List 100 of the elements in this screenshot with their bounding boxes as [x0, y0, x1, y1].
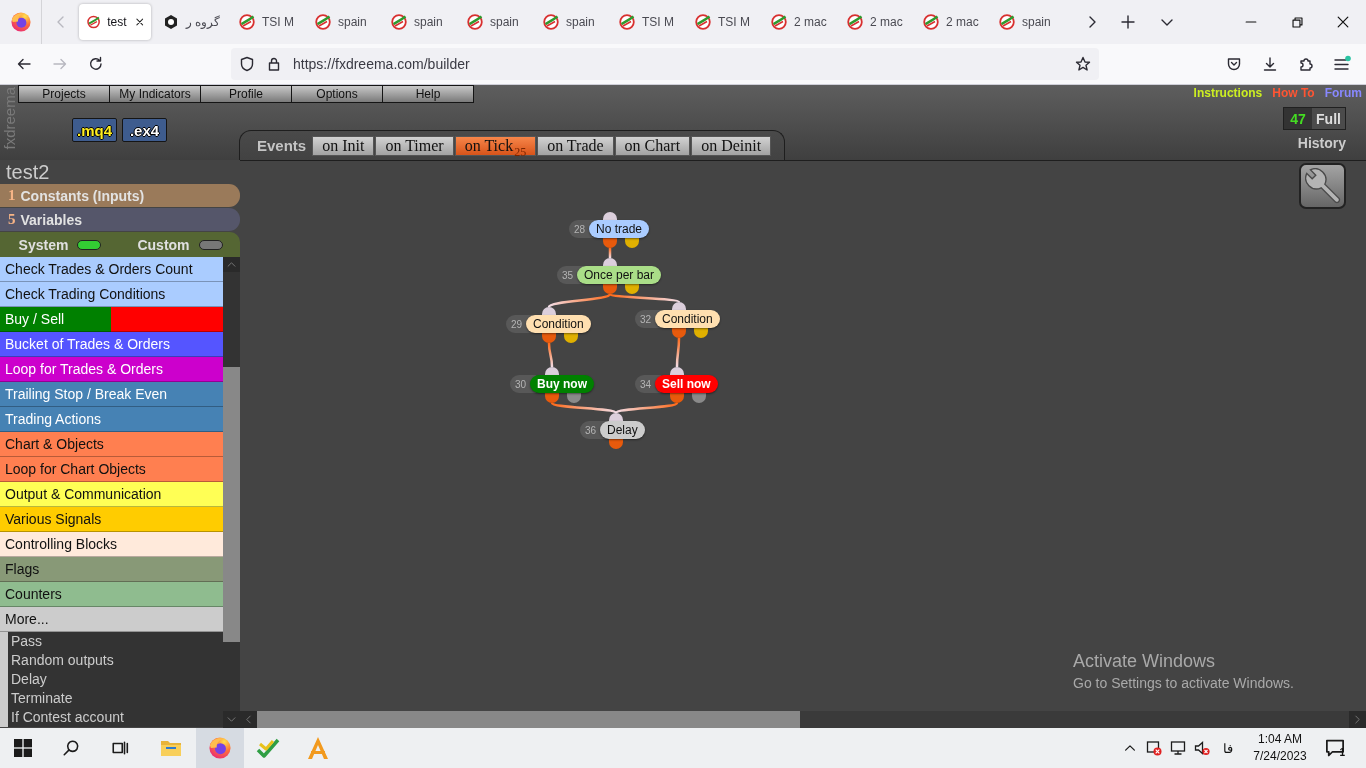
scrollbar-thumb[interactable]	[257, 711, 800, 728]
output-port-icon[interactable]	[542, 333, 556, 343]
menu-button[interactable]: Help	[382, 85, 474, 103]
event-tab[interactable]: on Chart	[614, 135, 691, 156]
block-item[interactable]: If Contest account	[8, 708, 223, 727]
taskbar-app-button[interactable]	[196, 728, 244, 768]
input-port-icon[interactable]	[542, 307, 556, 315]
restore-icon[interactable]	[1290, 15, 1304, 29]
browser-tab[interactable]: spain	[307, 4, 379, 40]
block-item[interactable]: Terminate	[8, 689, 223, 708]
history-link[interactable]: History	[1297, 135, 1346, 151]
browser-tab[interactable]: spain	[535, 4, 607, 40]
browser-tab[interactable]: TSI M	[231, 4, 303, 40]
block-item[interactable]: Pass	[8, 632, 223, 651]
category-item[interactable]: Loop for Trades & Orders	[0, 357, 223, 382]
input-port-icon[interactable]	[545, 367, 559, 375]
browser-tab[interactable]: TSI M	[687, 4, 759, 40]
section-bar[interactable]: 5 Variables	[0, 208, 240, 231]
tools-button[interactable]	[1299, 163, 1346, 209]
output-port-icon[interactable]	[564, 333, 578, 343]
category-item[interactable]: Bucket of Trades & Orders	[0, 332, 223, 357]
browser-tab[interactable]: 2 mac	[915, 4, 987, 40]
network-icon[interactable]	[1170, 740, 1186, 756]
browser-tab[interactable]: test	[79, 4, 151, 40]
block-node[interactable]: Sell now	[655, 375, 718, 393]
browser-tab[interactable]: spain	[383, 4, 455, 40]
browser-logo-icon[interactable]	[209, 737, 231, 759]
output-port-icon[interactable]	[625, 238, 639, 248]
menu-icon[interactable]	[1333, 55, 1351, 73]
event-tab[interactable]: on Trade	[537, 135, 614, 156]
export-button[interactable]: .mq4	[72, 118, 117, 142]
category-item[interactable]: Loop for Chart Objects	[0, 457, 223, 482]
app-logo-icon[interactable]	[256, 737, 280, 759]
block-node[interactable]: Buy now	[530, 375, 594, 393]
download-icon[interactable]	[1262, 56, 1278, 72]
task-view-icon[interactable]	[111, 739, 129, 757]
category-item[interactable]: Trading Actions	[0, 407, 223, 432]
browser-tab[interactable]: 2 mac	[839, 4, 911, 40]
search-icon[interactable]	[62, 739, 80, 757]
category-item[interactable]: Check Trades & Orders Count	[0, 257, 223, 282]
back-arrow-icon[interactable]	[16, 56, 32, 72]
block-node[interactable]: Delay	[600, 421, 645, 439]
category-item[interactable]: Trailing Stop / Break Even	[0, 382, 223, 407]
output-port-icon[interactable]	[694, 328, 708, 338]
output-port-icon[interactable]	[603, 238, 617, 248]
windows-logo-icon[interactable]	[14, 739, 32, 757]
toggle-switch[interactable]	[198, 239, 223, 250]
language-indicator[interactable]: فا	[1214, 740, 1242, 756]
menu-button[interactable]: Profile	[200, 85, 292, 103]
category-item[interactable]: Various Signals	[0, 507, 223, 532]
export-button[interactable]: .ex4	[122, 118, 167, 142]
category-item[interactable]: Controlling Blocks	[0, 532, 223, 557]
menu-button[interactable]: My Indicators	[109, 85, 201, 103]
input-port-icon[interactable]	[603, 258, 617, 266]
reload-icon[interactable]	[88, 56, 104, 72]
folder-icon[interactable]	[160, 738, 182, 758]
notification-icon[interactable]	[1325, 738, 1345, 758]
address-field[interactable]: https://fxdreema.com/builder	[231, 48, 1099, 80]
browser-tab[interactable]: 2 mac	[763, 4, 835, 40]
category-item[interactable]: Buy / Sell	[0, 307, 223, 332]
block-item[interactable]: Random outputs	[8, 651, 223, 670]
menu-button[interactable]: Options	[291, 85, 383, 103]
output-port-icon[interactable]	[692, 393, 706, 403]
clock-time[interactable]: 1:04 AM	[1258, 731, 1302, 748]
output-port-icon[interactable]	[545, 393, 559, 403]
speaker-muted-icon[interactable]	[1194, 740, 1210, 756]
output-port-icon[interactable]	[672, 328, 686, 338]
block-node[interactable]: No trade	[589, 220, 650, 238]
output-port-icon[interactable]	[625, 284, 639, 294]
toggle-switch[interactable]	[77, 239, 102, 250]
block-item[interactable]: Delay	[8, 670, 223, 689]
browser-tab[interactable]: spain	[991, 4, 1063, 40]
category-item[interactable]: Output & Communication	[0, 482, 223, 507]
close-icon[interactable]	[1336, 15, 1350, 29]
category-item[interactable]: Flags	[0, 557, 223, 582]
event-tab[interactable]: on Deinit	[691, 135, 772, 156]
clock-date[interactable]: 7/24/2023	[1253, 748, 1307, 765]
puzzle-icon[interactable]	[1298, 56, 1314, 72]
input-port-icon[interactable]	[672, 302, 686, 310]
browser-tab[interactable]: گروه ر	[155, 4, 227, 40]
category-item[interactable]: Chart & Objects	[0, 432, 223, 457]
output-port-icon[interactable]	[603, 284, 617, 294]
event-tab[interactable]: on Init	[312, 135, 375, 156]
scrollbar-thumb[interactable]	[223, 367, 240, 642]
browser-logo-icon[interactable]	[10, 12, 31, 32]
pocket-icon[interactable]	[1226, 56, 1242, 72]
block-node[interactable]: Condition	[655, 310, 720, 328]
input-port-icon[interactable]	[603, 212, 617, 220]
category-item[interactable]: Counters	[0, 582, 223, 607]
star-icon[interactable]	[1075, 56, 1091, 72]
block-node[interactable]: Once per bar	[577, 266, 662, 284]
browser-tab[interactable]: TSI M	[611, 4, 683, 40]
output-port-icon[interactable]	[609, 439, 623, 449]
category-item[interactable]: Check Trading Conditions	[0, 282, 223, 307]
event-tab[interactable]: on Timer	[375, 135, 454, 156]
close-icon[interactable]	[133, 15, 145, 29]
input-port-icon[interactable]	[670, 367, 684, 375]
plus-icon[interactable]	[1120, 14, 1136, 30]
block-node[interactable]: Condition	[526, 315, 591, 333]
input-port-icon[interactable]	[609, 413, 623, 421]
